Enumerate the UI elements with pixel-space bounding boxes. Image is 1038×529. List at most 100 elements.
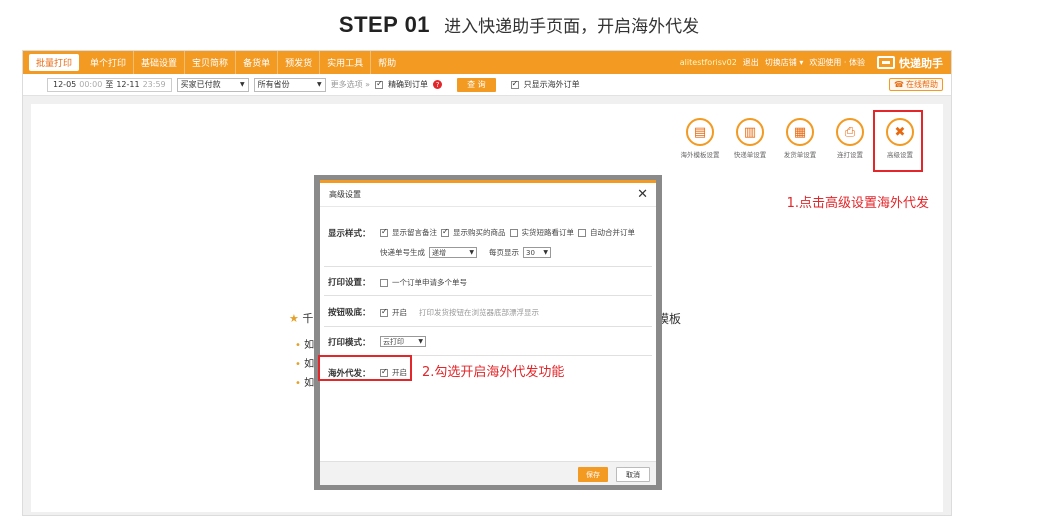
- print-mode-select[interactable]: 云打印 ▼: [380, 336, 426, 347]
- overseas-template-icon: ▤: [686, 118, 714, 146]
- order-status-value: 买家已付款: [180, 80, 221, 89]
- step-number: STEP 01: [338, 12, 431, 37]
- order-gen-label: 快递单号生成: [380, 248, 425, 257]
- province-value: 所有省份: [257, 80, 290, 89]
- nav-single-print[interactable]: 单个打印: [83, 51, 135, 74]
- advanced-settings-dialog: 高级设置 ✕ 显示样式： 显示留言备注 显示购买的商品 实货短路看订单 自动合并…: [320, 180, 656, 485]
- switch-store-link[interactable]: 切换店铺 ▾: [765, 57, 804, 68]
- per-page-label: 每页显示: [489, 248, 519, 257]
- online-help-button[interactable]: ☎ 在线帮助: [889, 78, 943, 91]
- overseas-template-settings-button[interactable]: ▤ 海外模板设置: [679, 118, 721, 159]
- province-select[interactable]: 所有省份 ▼: [253, 77, 326, 92]
- show-items-label: 显示购买的商品: [453, 228, 506, 237]
- query-button[interactable]: 查 询: [457, 77, 496, 92]
- order-status-select[interactable]: 买家已付款 ▼: [176, 77, 249, 92]
- display-style-label: 显示样式：: [328, 229, 371, 239]
- tool-label: 海外模板设置: [680, 151, 720, 159]
- express-form-settings-button[interactable]: ▥ 快递单设置: [729, 118, 771, 159]
- step-title: STEP 01 进入快递助手页面，开启海外代发: [0, 12, 1038, 38]
- help-question-icon[interactable]: ?: [433, 80, 443, 89]
- continuous-print-settings-button[interactable]: ⎙ 连打设置: [829, 118, 871, 159]
- bullet-item: • 如: [295, 340, 315, 351]
- date-to: 12-11: [116, 80, 140, 89]
- print-mode-options: 云打印 ▼: [380, 336, 426, 347]
- cancel-button[interactable]: 取消: [616, 467, 650, 482]
- settings-toolbar: ▤ 海外模板设置 ▥ 快递单设置 ▦ 发货单设置 ⎙ 连打设置 ✖ 高级设置: [679, 118, 921, 159]
- only-overseas-label: 只显示海外订单: [523, 80, 580, 89]
- print-mode-section: 打印模式： 云打印 ▼: [324, 328, 652, 356]
- overseas-label: 海外代发：: [328, 369, 371, 379]
- date-range-input[interactable]: 12-05 00:00 至 12-11 23:59: [47, 77, 172, 92]
- show-items-checkbox[interactable]: [441, 227, 449, 237]
- time-from: 00:00: [79, 80, 103, 89]
- filter-bar: 12-05 00:00 至 12-11 23:59 买家已付款 ▼ 所有省份 ▼ 更…: [23, 74, 951, 96]
- button-hover-option-label: 开启: [392, 308, 407, 317]
- date-separator: 至: [105, 80, 114, 89]
- tool-label: 连打设置: [837, 151, 863, 159]
- welcome-link[interactable]: 欢迎使用 · 体验: [809, 57, 865, 68]
- username[interactable]: alitestforisv02: [680, 58, 737, 67]
- brand-name: 快递助手: [899, 56, 943, 70]
- close-icon[interactable]: ✕: [637, 187, 648, 202]
- top-nav: 批量打印 单个打印 基础设置 宝贝简称 备货单 预发货 实用工具 帮助 alit…: [23, 51, 951, 74]
- background-bullets: • 如 • 如 • 如: [295, 336, 314, 393]
- chevron-down-icon: ▼: [418, 338, 423, 345]
- auto-merge-checkbox[interactable]: [578, 228, 586, 237]
- button-hover-hint: 打印发货按钮在浏览器底部漂浮显示: [419, 308, 539, 317]
- help-icon: ☎: [894, 80, 904, 89]
- tools-icon: ✖: [886, 118, 914, 146]
- overseas-enable-checkbox[interactable]: [380, 367, 388, 377]
- bullet-text: 如: [304, 378, 315, 389]
- step-text: 进入快递助手页面，开启海外代发: [444, 17, 700, 37]
- background-tip-text: 千: [302, 312, 314, 325]
- order-gen-value: 递增: [432, 248, 446, 257]
- order-gen-select[interactable]: 递增 ▼: [429, 247, 477, 258]
- multi-number-checkbox[interactable]: [380, 278, 388, 287]
- tool-label: 高级设置: [887, 151, 913, 159]
- dialog-header: 高级设置 ✕: [320, 183, 656, 207]
- chevron-down-icon: ▼: [543, 249, 548, 256]
- nav-batch-print[interactable]: 批量打印: [29, 54, 80, 71]
- brand-icon: [877, 56, 895, 69]
- print-settings-label: 打印设置：: [328, 278, 371, 288]
- show-remark-label: 显示留言备注: [392, 228, 437, 237]
- time-to: 23:59: [142, 80, 166, 89]
- exact-order-checkbox[interactable]: [375, 79, 384, 89]
- nav-utilities[interactable]: 实用工具: [320, 51, 372, 74]
- delivery-form-settings-button[interactable]: ▦ 发货单设置: [779, 118, 821, 159]
- nav-pre-ship[interactable]: 预发货: [278, 51, 321, 74]
- button-hover-label: 按钮吸底：: [328, 308, 371, 318]
- only-overseas-checkbox[interactable]: [510, 79, 519, 89]
- dialog-title: 高级设置: [329, 190, 361, 199]
- bullet-item: • 如: [295, 359, 315, 370]
- dialog-footer: 保存 取消: [320, 461, 656, 485]
- logout-link[interactable]: 退出: [743, 57, 759, 68]
- bullet-text: 如: [304, 340, 315, 351]
- button-hover-checkbox[interactable]: [380, 307, 388, 317]
- print-mode-label: 打印模式：: [328, 338, 371, 348]
- more-options-link[interactable]: 更多选项 »: [331, 79, 370, 90]
- background-tip: ★ 千: [289, 310, 313, 326]
- advanced-settings-button[interactable]: ✖ 高级设置: [879, 118, 921, 159]
- display-style-row2: 快递单号生成 递增 ▼ 每页显示 30 ▼: [380, 247, 551, 258]
- online-help-label: 在线帮助: [906, 80, 938, 89]
- tool-label: 快递单设置: [733, 151, 767, 159]
- print-settings-section: 打印设置： 一个订单申请多个单号: [324, 268, 652, 296]
- chevron-down-icon: ▼: [469, 249, 474, 256]
- per-page-select[interactable]: 30 ▼: [523, 247, 551, 258]
- overseas-options: 开启: [380, 367, 407, 378]
- short-order-checkbox[interactable]: [509, 228, 518, 237]
- save-button[interactable]: 保存: [578, 467, 608, 482]
- nav-stock-list[interactable]: 备货单: [236, 51, 279, 74]
- show-remark-checkbox[interactable]: [380, 227, 388, 237]
- nav-item-alias[interactable]: 宝贝简称: [185, 51, 237, 74]
- top-right-links: alitestforisv02 退出 切换店铺 ▾ 欢迎使用 · 体验 快递助手: [680, 55, 951, 71]
- nav-help[interactable]: 帮助: [371, 51, 403, 74]
- bullet-item: • 如: [295, 378, 315, 389]
- chevron-down-icon: ▼: [240, 81, 245, 88]
- brand-logo: 快递助手: [877, 55, 943, 71]
- short-order-label: 实货短路看订单: [521, 228, 575, 237]
- overseas-enable-label: 开启: [392, 368, 407, 377]
- nav-basic-settings[interactable]: 基础设置: [134, 51, 186, 74]
- auto-merge-label: 自动合并订单: [590, 228, 635, 237]
